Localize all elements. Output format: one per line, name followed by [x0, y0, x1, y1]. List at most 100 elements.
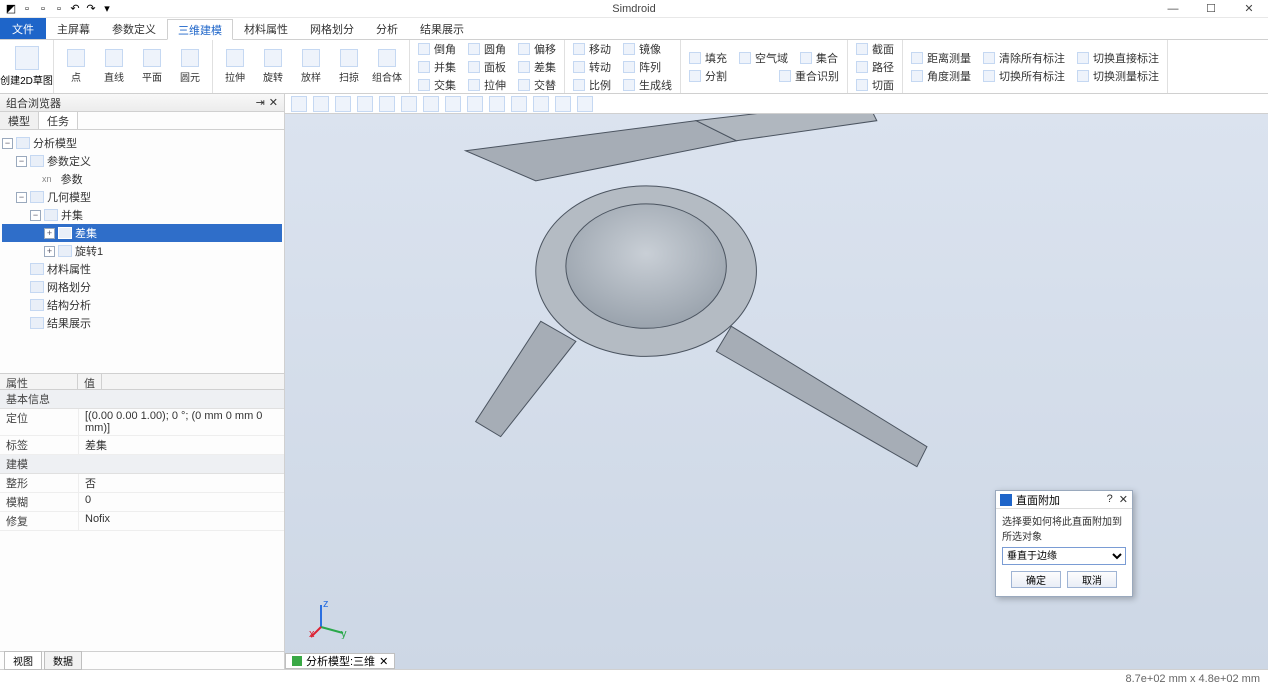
union-icon [468, 43, 480, 55]
tab-param[interactable]: 参数定义 [101, 18, 167, 39]
rb-line[interactable]: 直线 [98, 44, 130, 89]
camera-icon[interactable] [291, 96, 307, 112]
save-icon[interactable]: ▫ [52, 2, 66, 16]
tree-union[interactable]: 并集 [61, 207, 83, 223]
props-row-repair[interactable]: 修复Nofix [0, 512, 284, 531]
rb-angle[interactable]: 角度测量切换所有标注切换测量标注 [911, 68, 1159, 84]
model-tree[interactable]: −分析模型 −参数定义 xn 参数 −几何模型 −并集 +差集 +旋转1 材料属… [0, 130, 284, 373]
rb-move[interactable]: 移动镜像 [573, 41, 672, 57]
rb-compound[interactable]: 组合体 [371, 44, 403, 89]
tree-result[interactable]: 结果展示 [47, 315, 91, 331]
rb-extrude[interactable]: 拉伸 [219, 44, 251, 89]
open-icon[interactable]: ▫ [36, 2, 50, 16]
bottom-tab-view[interactable]: 视图 [4, 651, 42, 670]
props-col-value: 值 [78, 374, 102, 389]
tab-material[interactable]: 材料属性 [233, 18, 299, 39]
undo-icon[interactable]: ↶ [68, 2, 82, 16]
print-icon[interactable] [313, 96, 329, 112]
ribbon-create-sketch[interactable]: 创建2D草图 [0, 40, 54, 93]
tab-results[interactable]: 结果展示 [409, 18, 475, 39]
viewport-tab[interactable]: 分析模型:三维 ✕ [285, 653, 395, 669]
props-row-fuzzy[interactable]: 模糊0 [0, 493, 284, 512]
rb-fill[interactable]: 填充空气域集合 [689, 50, 839, 66]
redo-icon[interactable]: ↷ [84, 2, 98, 16]
3d-canvas[interactable]: z y x 分析模型:三维 ✕ 直面附加 ? ✕ [285, 114, 1268, 669]
rb-plane[interactable]: 平面 [136, 44, 168, 89]
select-icon[interactable] [335, 96, 351, 112]
section-view-icon[interactable] [533, 96, 549, 112]
expander-icon[interactable]: + [44, 228, 55, 239]
dialog-help-icon[interactable]: ? [1107, 493, 1113, 506]
rb-point[interactable]: 点 [60, 44, 92, 89]
props-row-label[interactable]: 标签差集 [0, 436, 284, 455]
props-row-pos[interactable]: 定位[(0.00 0.00 1.00); 0 °; (0 mm 0 mm 0 m… [0, 409, 284, 436]
file-menu[interactable]: 文件 [0, 18, 46, 39]
close-button[interactable]: ✕ [1230, 0, 1268, 18]
tab-home[interactable]: 主屏幕 [46, 18, 101, 39]
browser-tab-model[interactable]: 模型 [0, 112, 39, 129]
zoom-icon[interactable] [445, 96, 461, 112]
pan-icon[interactable] [467, 96, 483, 112]
rb-split[interactable]: 分割重合识别 [689, 68, 839, 84]
new-icon[interactable]: ▫ [20, 2, 34, 16]
expander-icon[interactable]: − [2, 138, 13, 149]
expander-icon[interactable]: − [30, 210, 41, 221]
tab-close-icon[interactable]: ✕ [379, 655, 388, 668]
rb-section[interactable]: 截面 [856, 41, 894, 57]
attach-dialog: 直面附加 ? ✕ 选择要如何将此直面附加到所选对象 垂直于边缘 确定 取消 [995, 490, 1133, 597]
pin-icon[interactable]: ⇥ [256, 96, 265, 109]
tree-rotate[interactable]: 旋转1 [75, 243, 103, 259]
tree-material[interactable]: 材料属性 [47, 261, 91, 277]
fill-icon [689, 52, 701, 64]
tree-param-leaf[interactable]: 参数 [61, 171, 83, 187]
zoom-fit-icon[interactable] [379, 96, 395, 112]
rb-sweep[interactable]: 扫掠 [333, 44, 365, 89]
rb-revolve[interactable]: 旋转 [257, 44, 289, 89]
rb-scale[interactable]: 比例生成线 [573, 77, 672, 93]
rb-cut[interactable]: 切面 [856, 77, 894, 93]
rb-loft[interactable]: 放样 [295, 44, 327, 89]
lasso-icon[interactable] [423, 96, 439, 112]
tab-mesh[interactable]: 网格划分 [299, 18, 365, 39]
rb-fillet[interactable]: 并集面板差集 [418, 59, 556, 75]
display-mode-icon[interactable] [357, 96, 373, 112]
geom-icon [30, 191, 44, 203]
box-select-icon[interactable] [401, 96, 417, 112]
qat-dropdown-icon[interactable]: ▾ [100, 2, 114, 16]
tree-param-def[interactable]: 参数定义 [47, 153, 91, 169]
tree-root[interactable]: 分析模型 [33, 135, 77, 151]
rb-rotate[interactable]: 转动阵列 [573, 59, 672, 75]
tree-mesh[interactable]: 网格划分 [47, 279, 91, 295]
panel-close-icon[interactable]: ✕ [269, 96, 278, 109]
viewport-tab-label: 分析模型:三维 [306, 653, 375, 669]
grid-icon[interactable] [577, 96, 593, 112]
tab-analysis[interactable]: 分析 [365, 18, 409, 39]
tree-geom[interactable]: 几何模型 [47, 189, 91, 205]
rb-path[interactable]: 路径 [856, 59, 894, 75]
browser-tab-task[interactable]: 任务 [39, 112, 78, 129]
rotate-view-icon[interactable] [489, 96, 505, 112]
minimize-button[interactable]: — [1154, 0, 1192, 18]
visibility-icon[interactable] [511, 96, 527, 112]
props-row-shape[interactable]: 整形否 [0, 474, 284, 493]
maximize-button[interactable]: ☐ [1192, 0, 1230, 18]
bottom-tab-data[interactable]: 数据 [44, 651, 82, 670]
svg-text:z: z [323, 599, 329, 610]
expander-icon[interactable]: − [16, 192, 27, 203]
diff-icon [58, 227, 72, 239]
dialog-titlebar[interactable]: 直面附加 ? ✕ [996, 491, 1132, 509]
rb-chamfer[interactable]: 倒角圆角偏移 [418, 41, 556, 57]
expander-icon[interactable]: − [16, 156, 27, 167]
ok-button[interactable]: 确定 [1011, 571, 1061, 588]
tab-3d-model[interactable]: 三维建模 [167, 19, 233, 40]
attach-mode-select[interactable]: 垂直于边缘 [1002, 547, 1126, 565]
tree-struct[interactable]: 结构分析 [47, 297, 91, 313]
snap-icon[interactable] [555, 96, 571, 112]
rb-dist[interactable]: 距离测量清除所有标注切换直接标注 [911, 50, 1159, 66]
cancel-button[interactable]: 取消 [1067, 571, 1117, 588]
dialog-close-icon[interactable]: ✕ [1119, 493, 1128, 506]
expander-icon[interactable]: + [44, 246, 55, 257]
tree-diff[interactable]: 差集 [75, 225, 97, 241]
rb-circle[interactable]: 圆元 [174, 44, 206, 89]
rb-offset[interactable]: 交集拉伸交替 [418, 77, 556, 93]
